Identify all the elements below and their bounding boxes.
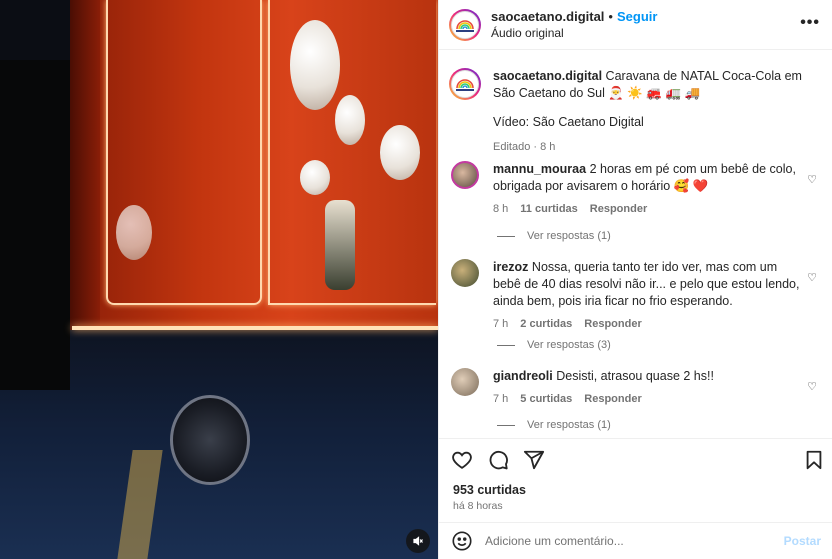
comment-username[interactable]: irezoz <box>493 260 528 274</box>
comment-time[interactable]: 7 h <box>493 318 508 330</box>
comment-likes[interactable]: 11 curtidas <box>520 203 577 215</box>
truck-side <box>70 0 100 330</box>
view-replies-button[interactable]: Ver respostas (1) <box>497 419 611 431</box>
caption-username[interactable]: saocaetano.digital <box>493 69 602 83</box>
view-replies-label: Ver respostas (3) <box>527 339 611 351</box>
caption-meta: Editado · 8 h <box>493 141 556 153</box>
comment-text: Nossa, queria tanto ter ido ver, mas com… <box>493 260 800 308</box>
comment-icon[interactable] <box>487 449 509 471</box>
replies-line <box>497 424 515 426</box>
audio-link[interactable]: Áudio original <box>491 25 657 42</box>
emoji-icon[interactable] <box>451 530 473 552</box>
figure-ornament <box>325 200 355 290</box>
more-options-button[interactable]: ••• <box>800 14 820 32</box>
post-comment-button[interactable]: Postar <box>784 534 821 548</box>
mute-button[interactable] <box>406 529 430 553</box>
comment-composer: Postar <box>439 522 832 559</box>
truck-wheel <box>170 395 250 485</box>
replies-line <box>497 235 515 237</box>
post-username[interactable]: saocaetano.digital <box>491 9 604 24</box>
dark-area <box>0 60 70 390</box>
comments-feed[interactable]: saocaetano.digital Caravana de NATAL Coc… <box>439 51 832 437</box>
comment-avatar[interactable] <box>451 259 479 287</box>
view-replies-label: Ver respostas (1) <box>527 419 611 431</box>
comment-text: Desisti, atrasou quase 2 hs!! <box>556 369 714 383</box>
bookmark-icon[interactable] <box>803 449 825 471</box>
ornament <box>335 95 365 145</box>
reply-button[interactable]: Responder <box>584 318 641 330</box>
heart-icon[interactable] <box>451 449 473 471</box>
comment-input[interactable] <box>485 534 784 548</box>
comment-time[interactable]: 8 h <box>493 203 508 215</box>
comment-avatar[interactable] <box>451 368 479 396</box>
follow-button[interactable]: Seguir <box>617 9 657 24</box>
avatar[interactable] <box>449 8 481 41</box>
ornament <box>300 160 330 195</box>
truck-light-strip <box>72 326 438 330</box>
comment-likes[interactable]: 5 curtidas <box>520 393 572 405</box>
muted-speaker-icon <box>413 536 423 546</box>
caption-credit: Vídeo: São Caetano Digital <box>493 115 644 129</box>
comment-item: giandreoli Desisti, atrasou quase 2 hs!!… <box>449 368 832 405</box>
likes-count[interactable]: 953 curtidas <box>453 483 526 497</box>
ornament <box>380 125 420 180</box>
post-caption: saocaetano.digital Caravana de NATAL Coc… <box>449 68 823 156</box>
comment-username[interactable]: giandreoli <box>493 369 553 383</box>
heart-icon: ♡ <box>807 272 817 284</box>
brand-logo-icon <box>456 19 474 32</box>
reply-button[interactable]: Responder <box>584 393 641 405</box>
comment-avatar[interactable] <box>451 161 479 189</box>
share-icon[interactable] <box>523 449 545 471</box>
caption-avatar[interactable] <box>449 68 481 100</box>
view-replies-button[interactable]: Ver respostas (1) <box>497 230 611 242</box>
comment-time[interactable]: 7 h <box>493 393 508 405</box>
like-comment-button[interactable]: ♡ <box>807 271 817 284</box>
reply-button[interactable]: Responder <box>590 203 647 215</box>
brand-logo-icon <box>456 79 474 91</box>
view-replies-label: Ver respostas (1) <box>527 230 611 242</box>
replies-line <box>497 344 515 346</box>
comment-likes[interactable]: 2 curtidas <box>520 318 572 330</box>
comment-item: mannu_mouraa 2 horas em pé com um bebê d… <box>449 161 832 215</box>
separator-dot: • <box>608 8 613 24</box>
post-video[interactable] <box>0 0 438 559</box>
post-time[interactable]: há 8 horas <box>453 500 503 512</box>
post-actions: 953 curtidas há 8 horas <box>439 438 832 522</box>
post-panel: saocaetano.digital • Seguir Áudio original… <box>438 0 832 559</box>
heart-icon: ♡ <box>807 381 817 393</box>
post-header: saocaetano.digital • Seguir Áudio original… <box>439 0 832 50</box>
view-replies-button[interactable]: Ver respostas (3) <box>497 339 611 351</box>
like-comment-button[interactable]: ♡ <box>807 173 817 186</box>
ornament <box>116 205 152 260</box>
more-horizontal-icon: ••• <box>800 14 820 31</box>
heart-icon: ♡ <box>807 174 817 186</box>
comment-username[interactable]: mannu_mouraa <box>493 162 586 176</box>
ornament <box>290 20 340 110</box>
like-comment-button[interactable]: ♡ <box>807 380 817 393</box>
comment-item: irezoz Nossa, queria tanto ter ido ver, … <box>449 259 832 330</box>
